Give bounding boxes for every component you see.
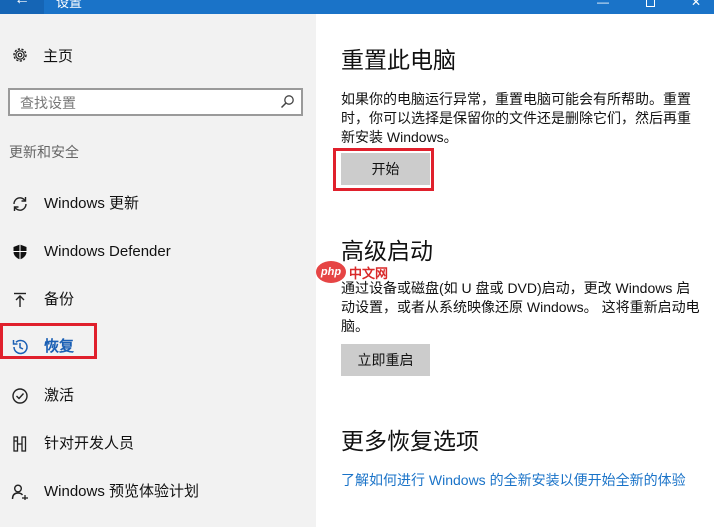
- highlight-box: [333, 148, 434, 191]
- back-button[interactable]: ←: [0, 0, 44, 14]
- search-input[interactable]: 查找设置: [8, 88, 303, 116]
- reset-pc-description: 如果你的电脑运行异常，重置电脑可能会有所帮助。重置时，你可以选择是保留你的文件还…: [341, 91, 691, 145]
- minimize-button[interactable]: —: [583, 0, 623, 14]
- maximize-button[interactable]: [630, 0, 670, 14]
- watermark: php 中文网: [316, 260, 388, 284]
- shield-icon: [10, 242, 30, 262]
- sidebar-item-label: 激活: [44, 387, 75, 404]
- close-button[interactable]: ✕: [676, 0, 714, 14]
- sidebar-item-windows-update[interactable]: Windows 更新: [0, 184, 316, 224]
- sidebar-item-label: 针对开发人员: [44, 435, 135, 452]
- advanced-startup-description: 通过设备或磁盘(如 U 盘或 DVD)启动，更改 Windows 启动设置，或者…: [341, 280, 700, 334]
- sidebar-item-label: Windows Defender: [44, 243, 171, 260]
- sidebar-item-for-developers[interactable]: 针对开发人员: [0, 424, 316, 464]
- upload-icon: [10, 290, 30, 310]
- reset-pc-heading: 重置此电脑: [341, 47, 456, 73]
- highlight-box: [0, 323, 97, 359]
- sidebar-item-home[interactable]: 主页: [10, 44, 73, 66]
- sidebar-item-activation[interactable]: 激活: [0, 376, 316, 416]
- watermark-logo: php: [316, 261, 346, 283]
- window-title: 设置: [56, 0, 83, 10]
- insider-icon: [10, 482, 30, 502]
- check-circle-icon: [10, 386, 30, 406]
- sidebar-item-label: 备份: [44, 291, 75, 308]
- title-bar: ← 设置 — ✕: [0, 0, 714, 14]
- restart-now-button[interactable]: 立即重启: [341, 344, 430, 376]
- sidebar-item-label: Windows 预览体验计划: [44, 483, 200, 500]
- sidebar-item-windows-insider[interactable]: Windows 预览体验计划: [0, 472, 316, 512]
- section-heading: 更新和安全: [9, 144, 79, 160]
- sidebar-item-backup[interactable]: 备份: [0, 280, 316, 320]
- gear-icon: [10, 45, 30, 65]
- sidebar-item-label: 主页: [43, 47, 74, 65]
- watermark-text: 中文网: [349, 265, 389, 281]
- sync-icon: [10, 194, 30, 214]
- sidebar: 主页 查找设置 更新和安全 Windows 更新 Windows Defende…: [0, 14, 316, 527]
- main-content: 重置此电脑 如果你的电脑运行异常，重置电脑可能会有所帮助。重置时，你可以选择是保…: [316, 14, 714, 527]
- search-icon[interactable]: [279, 94, 295, 110]
- fresh-install-link[interactable]: 了解如何进行 Windows 的全新安装以便开始全新的体验: [341, 470, 701, 490]
- developer-tools-icon: [10, 434, 30, 454]
- search-placeholder: 查找设置: [20, 95, 76, 111]
- sidebar-item-windows-defender[interactable]: Windows Defender: [0, 232, 316, 272]
- sidebar-item-label: Windows 更新: [44, 195, 140, 212]
- maximize-icon: [645, 0, 655, 8]
- more-recovery-options-heading: 更多恢复选项: [341, 428, 479, 454]
